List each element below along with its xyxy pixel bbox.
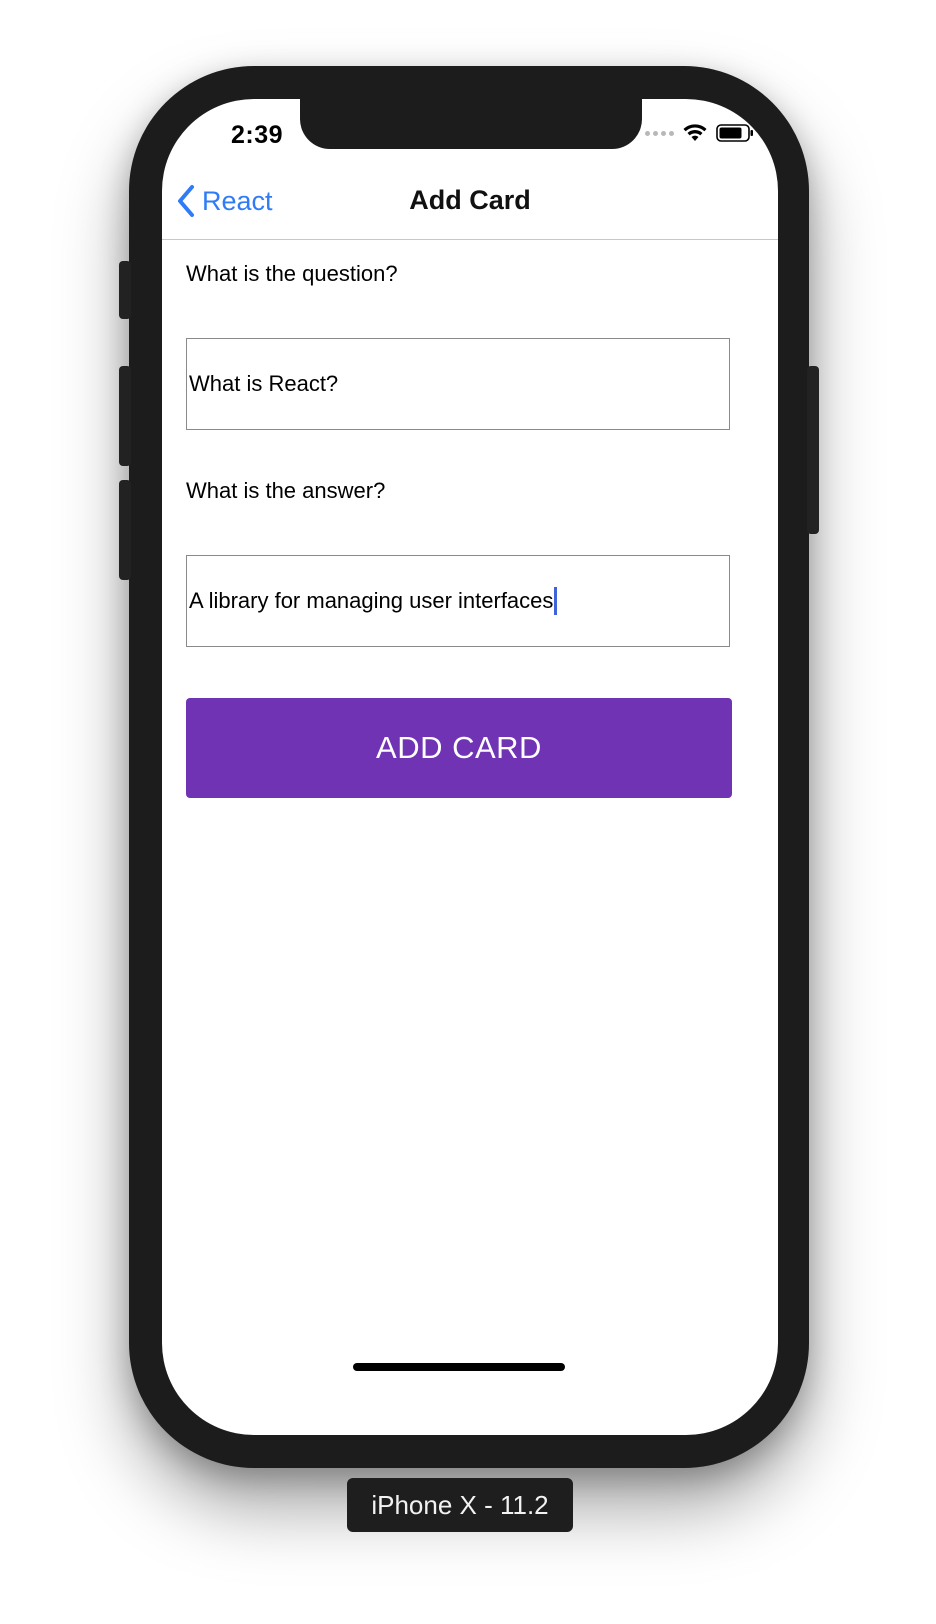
status-icons: [645, 123, 754, 143]
simulator-stage: 2:39 React Add Card What is the question…: [0, 0, 936, 1624]
battery-icon: [716, 124, 753, 142]
question-input[interactable]: What is React?: [186, 338, 730, 430]
page-title: Add Card: [409, 185, 531, 215]
home-indicator[interactable]: [353, 1363, 565, 1371]
answer-label: What is the answer?: [186, 478, 386, 503]
volume-up-button: [119, 366, 131, 466]
volume-down-button: [119, 480, 131, 580]
device-caption: iPhone X - 11.2: [347, 1478, 573, 1532]
status-time: 2:39: [230, 121, 284, 149]
side-power-button: [807, 366, 819, 534]
iphone-frame: 2:39 React Add Card What is the question…: [119, 66, 819, 1468]
mute-switch: [119, 261, 131, 319]
question-input-value: What is React?: [189, 371, 339, 396]
device-screen: 2:39 React Add Card What is the question…: [162, 99, 778, 1435]
add-card-button[interactable]: ADD CARD: [186, 698, 732, 798]
cellular-signal-icon: [645, 130, 674, 136]
question-label: What is the question?: [186, 261, 398, 286]
answer-input-value: A library for managing user interfaces: [189, 588, 554, 613]
navigation-bar: React Add Card: [162, 167, 778, 240]
wifi-icon: [683, 124, 707, 141]
notch: [300, 99, 642, 149]
answer-input[interactable]: A library for managing user interfaces: [186, 555, 730, 647]
text-caret: [554, 587, 558, 615]
